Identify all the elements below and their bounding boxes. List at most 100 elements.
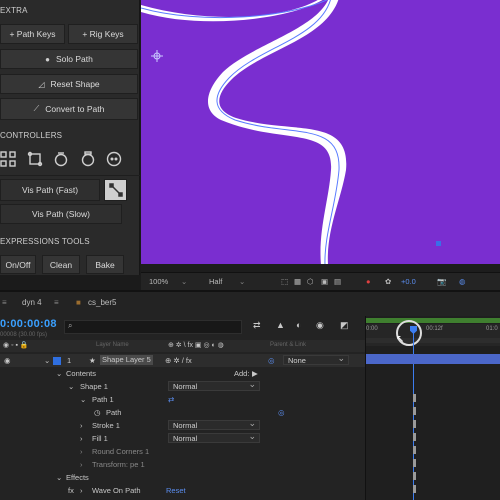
stopwatch-icon[interactable]: ◷: [94, 408, 101, 417]
clean-button[interactable]: Clean: [42, 255, 80, 274]
prop-row-path[interactable]: ◷ Path ◎: [0, 406, 365, 419]
reset-shape-button[interactable]: ◿ Reset Shape: [0, 74, 138, 94]
shape-path-graphic: [141, 0, 441, 264]
solo-path-button[interactable]: ● Solo Path: [0, 49, 138, 69]
prop-row-stroke-1[interactable]: › Stroke 1 Normal: [0, 418, 365, 432]
keyframe-marker[interactable]: [413, 485, 416, 493]
color-channels-icon[interactable]: ●: [366, 277, 371, 286]
prop-row-contents[interactable]: ⌄ Contents Add: ▶: [0, 367, 365, 380]
layer-name[interactable]: Shape Layer 5: [100, 355, 153, 365]
box-controller-icon[interactable]: [27, 151, 43, 167]
col-parent: Parent & Link: [270, 342, 307, 348]
bake-button[interactable]: Bake: [86, 255, 124, 274]
keyframe-marker[interactable]: [413, 394, 416, 402]
stroke-blend-dropdown[interactable]: Normal: [168, 418, 260, 430]
expand-toggle-icon[interactable]: ⌄: [44, 356, 50, 365]
hide-shy-icon[interactable]: ◐: [296, 320, 301, 330]
composition-viewer[interactable]: [141, 0, 500, 272]
fill-blend-dropdown[interactable]: Normal: [168, 431, 260, 443]
layer-duration-bar[interactable]: [366, 354, 500, 364]
on-off-button[interactable]: On/Off: [0, 255, 36, 274]
grid-controller-icon[interactable]: [0, 151, 16, 167]
region-icon[interactable]: ⬚: [281, 277, 288, 286]
layer-search-input[interactable]: ⌕: [64, 320, 242, 334]
path-direction-icon[interactable]: ⇄: [168, 395, 174, 404]
time-label-0: 0:00: [366, 326, 378, 332]
chevron-down-icon[interactable]: ⌄: [181, 277, 187, 286]
exposure-value[interactable]: +0.0: [401, 277, 416, 286]
add-menu-icon[interactable]: ▶: [252, 369, 258, 378]
circle-controller-2-icon[interactable]: [80, 151, 96, 167]
time-label-1: 00:12f: [426, 326, 443, 332]
expand-toggle-icon[interactable]: ⌄: [56, 473, 62, 482]
channel-icon[interactable]: ◍: [459, 277, 466, 286]
shape-1-blend-dropdown[interactable]: Normal: [168, 379, 260, 391]
prop-row-fill-1[interactable]: › Fill 1 Normal: [0, 431, 365, 445]
grid-icon[interactable]: ▦: [294, 277, 301, 286]
vis-path-fast-button[interactable]: Vis Path (Fast): [0, 179, 100, 201]
zoom-select[interactable]: 100%: [149, 277, 168, 286]
pick-whip-icon[interactable]: ◎: [268, 356, 275, 365]
path-keys-button[interactable]: + Path Keys: [0, 24, 65, 44]
keyframe-marker[interactable]: [413, 472, 416, 480]
pick-whip-icon[interactable]: ◎: [278, 408, 285, 417]
resolution-select[interactable]: Half: [209, 277, 222, 286]
mask-icon[interactable]: ⬡: [307, 277, 314, 286]
snapshot-icon[interactable]: ▣: [321, 277, 328, 286]
expand-toggle-icon[interactable]: ›: [80, 434, 83, 443]
expand-toggle-icon[interactable]: ›: [80, 421, 83, 430]
navigator-bar[interactable]: [366, 338, 500, 343]
rig-keys-button[interactable]: + Rig Keys: [68, 24, 138, 44]
timeline-graph[interactable]: 0:00 00:12f 01:0 ↖: [365, 316, 500, 500]
tab-menu-icon[interactable]: ≡: [54, 298, 59, 307]
effects-label: Effects: [66, 473, 89, 482]
expand-toggle-icon[interactable]: ⌄: [80, 395, 86, 404]
display-icon[interactable]: ▤: [334, 277, 341, 286]
vis-path-toggle-icon[interactable]: [104, 179, 127, 201]
label-color-swatch[interactable]: [53, 357, 61, 365]
keyframe-marker[interactable]: [413, 459, 416, 467]
vis-path-slow-button[interactable]: Vis Path (Slow): [0, 204, 122, 224]
anchor-point-icon: [151, 50, 163, 62]
keyframe-marker[interactable]: [413, 433, 416, 441]
graph-editor-icon[interactable]: ◩: [340, 320, 349, 331]
prop-row-effects[interactable]: ⌄ Effects: [0, 471, 365, 484]
keyframe-marker[interactable]: [413, 446, 416, 454]
prop-row-round-corners[interactable]: › Round Corners 1: [0, 445, 365, 458]
visibility-icon[interactable]: ◉: [4, 356, 11, 365]
layer-row-shape-layer-5[interactable]: ◉ ⌄ 1 ★ Shape Layer 5 ⊕ ✲ / fx ◎ None: [0, 353, 365, 367]
convert-to-path-button[interactable]: ⟋ Convert to Path: [0, 98, 138, 120]
draft-3d-icon[interactable]: ▲: [276, 320, 285, 330]
composition-canvas[interactable]: [141, 0, 500, 264]
camera-icon[interactable]: 📷: [437, 277, 446, 286]
tab-dyn-4[interactable]: dyn 4: [22, 298, 42, 307]
expand-toggle-icon[interactable]: ⌄: [68, 382, 74, 391]
add-label: Add:: [234, 369, 250, 378]
circle-controller-icon[interactable]: [53, 151, 69, 167]
contents-label: Contents: [66, 369, 97, 378]
prop-row-path-1[interactable]: ⌄ Path 1 ⇄: [0, 393, 365, 406]
layer-switches[interactable]: ⊕ ✲ / fx: [165, 356, 192, 365]
color-mgmt-icon[interactable]: ✿: [385, 277, 391, 286]
transform-label: Transform: pe 1: [92, 460, 145, 469]
current-time-display[interactable]: 0:00:00:08: [0, 318, 57, 330]
reset-link[interactable]: Reset: [166, 486, 186, 495]
parent-dropdown[interactable]: None: [283, 353, 349, 365]
expand-toggle-icon[interactable]: ›: [80, 486, 83, 495]
keyframe-marker[interactable]: [413, 420, 416, 428]
expand-toggle-icon[interactable]: ›: [80, 447, 83, 456]
work-area-bar[interactable]: [366, 318, 500, 323]
fx-toggle-icon[interactable]: fx: [68, 486, 74, 495]
frame-blend-icon[interactable]: ◉: [316, 320, 324, 331]
tab-cs-ber5[interactable]: cs_ber5: [88, 298, 116, 307]
keyframe-marker[interactable]: [413, 407, 416, 415]
comp-flow-icon[interactable]: ⇄: [253, 320, 261, 331]
prop-row-transform[interactable]: › Transform: pe 1: [0, 458, 365, 471]
expand-toggle-icon[interactable]: ›: [80, 460, 83, 469]
dots-controller-icon[interactable]: [106, 151, 122, 167]
chevron-down-icon[interactable]: ⌄: [239, 277, 245, 286]
expand-toggle-icon[interactable]: ⌄: [56, 369, 62, 378]
prop-row-wave-on-path[interactable]: fx › Wave On Path Reset: [0, 484, 365, 497]
prop-row-shape-1[interactable]: ⌄ Shape 1 Normal: [0, 379, 365, 393]
menu-icon[interactable]: ≡: [2, 298, 7, 307]
